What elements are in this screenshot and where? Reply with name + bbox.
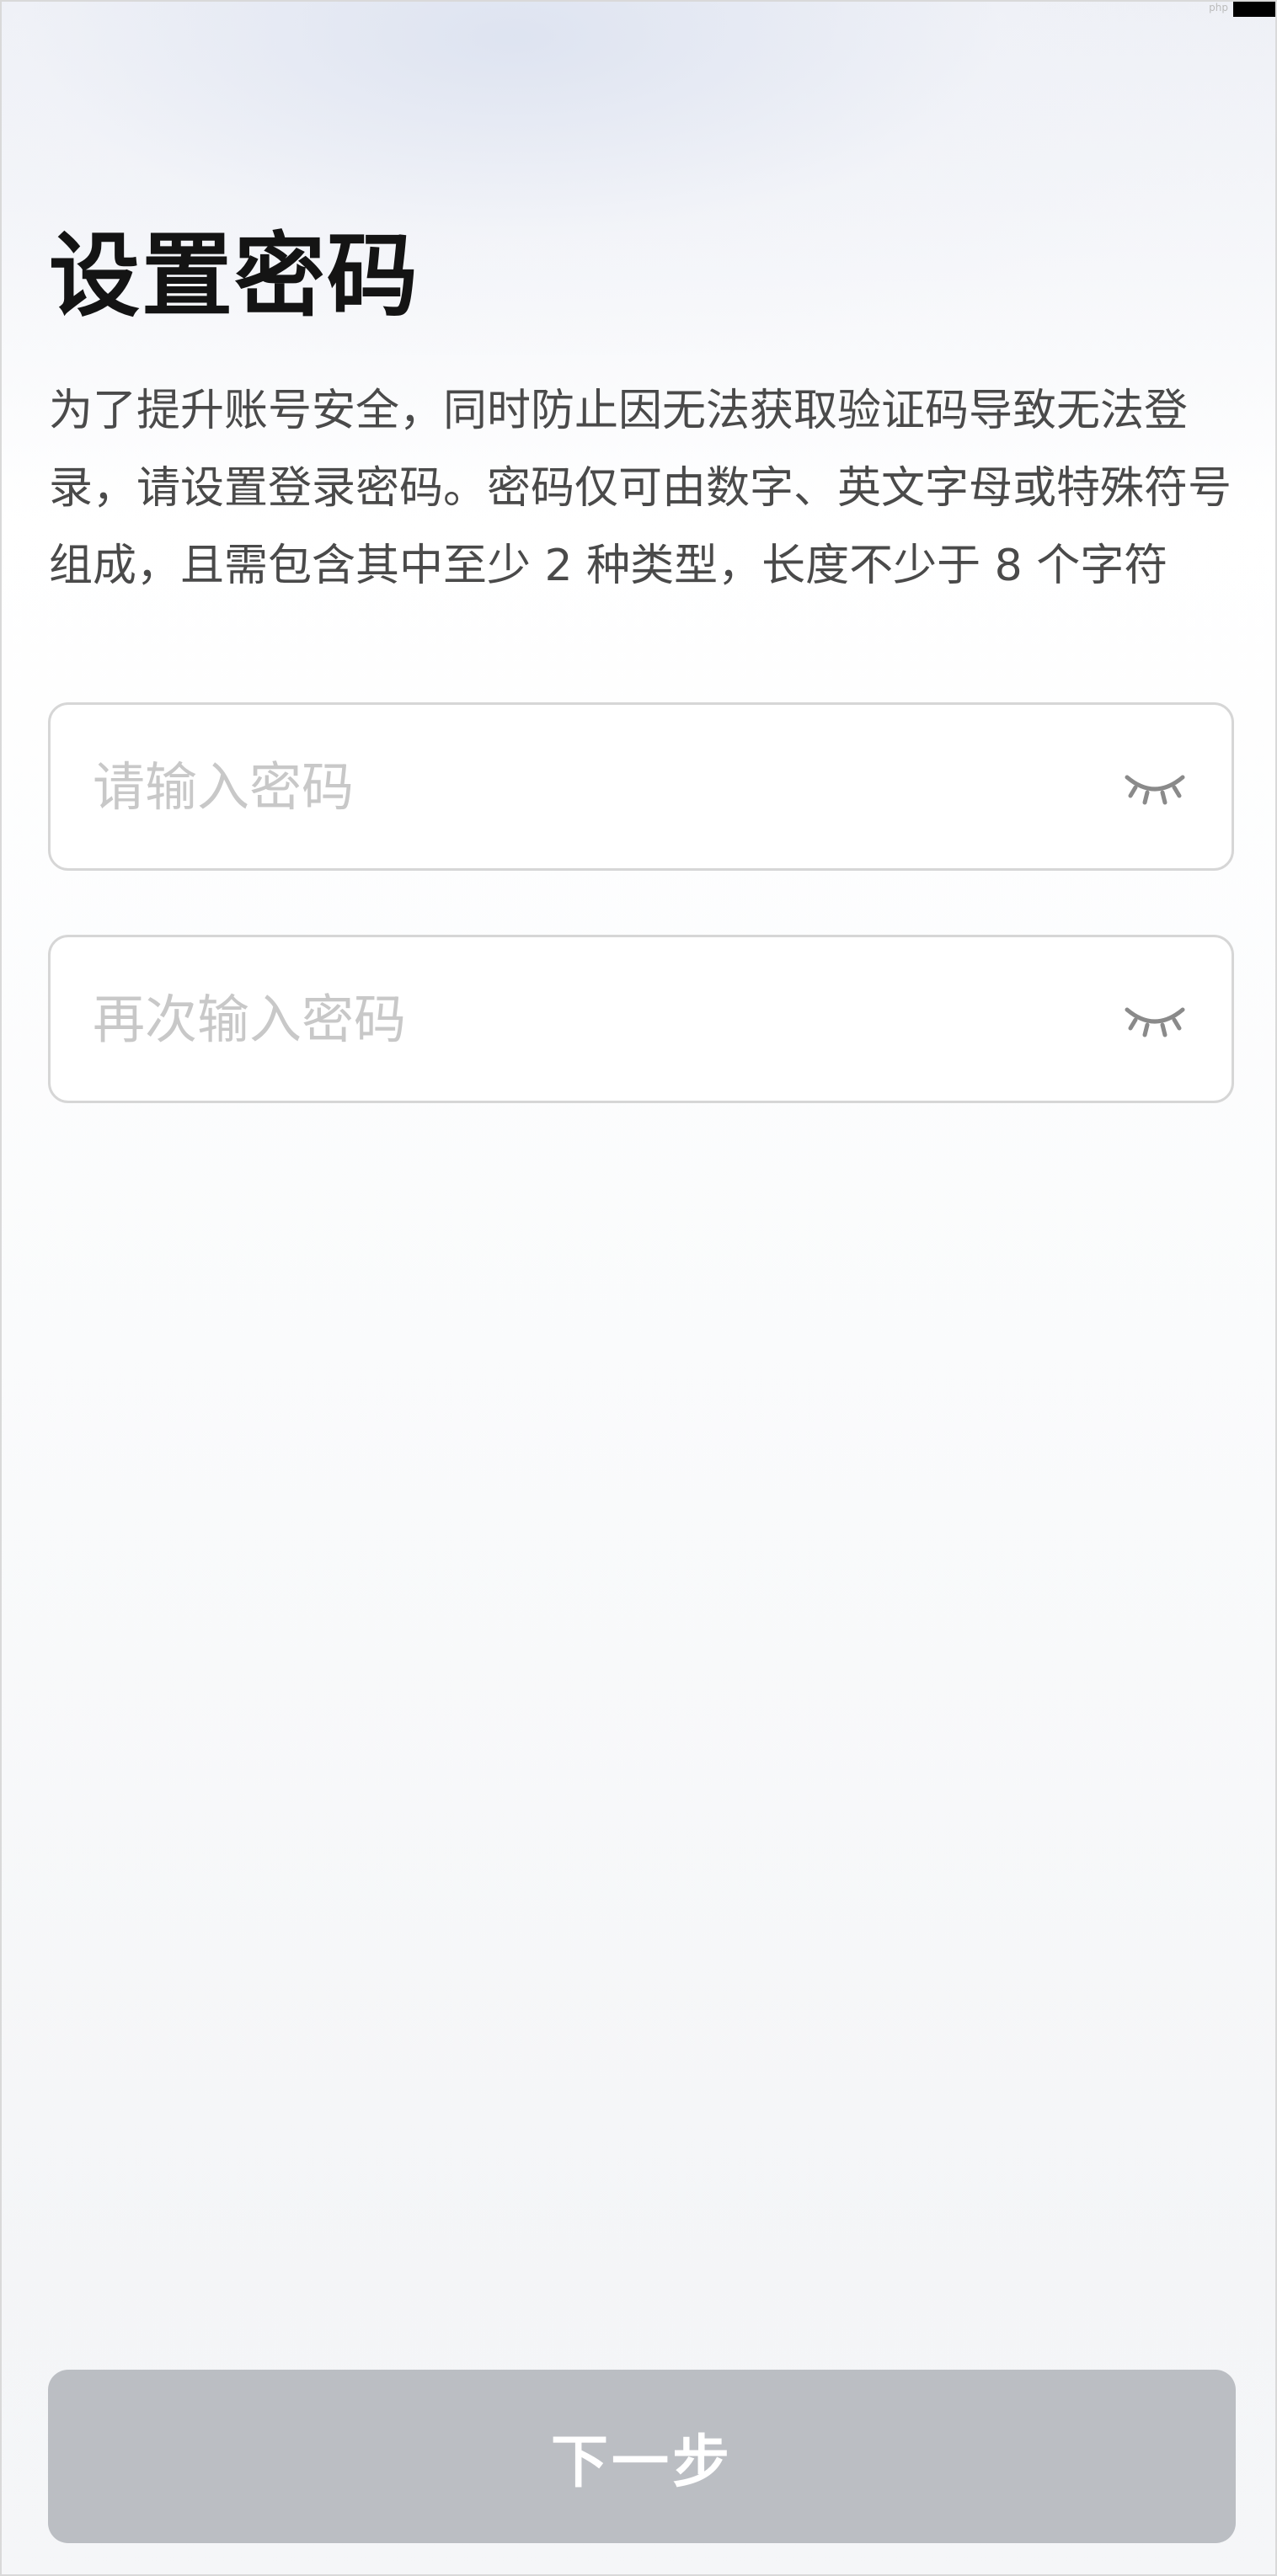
eye-closed-icon[interactable] — [1124, 996, 1186, 1040]
eye-closed-icon[interactable] — [1124, 764, 1186, 808]
next-step-button[interactable]: 下一步 — [48, 2370, 1236, 2543]
page-title: 设置密码 — [49, 224, 420, 329]
confirm-password-field[interactable] — [48, 935, 1234, 1103]
password-field[interactable] — [48, 702, 1234, 871]
corner-bar — [1233, 2, 1275, 17]
confirm-password-input[interactable] — [93, 937, 1087, 1101]
password-requirements-text: 为了提升账号安全，同时防止因无法获取验证码导致无法登录，请设置登录密码。密码仅可… — [49, 386, 1232, 591]
corner-watermark: php — [1209, 2, 1228, 13]
password-input[interactable] — [93, 705, 1087, 868]
